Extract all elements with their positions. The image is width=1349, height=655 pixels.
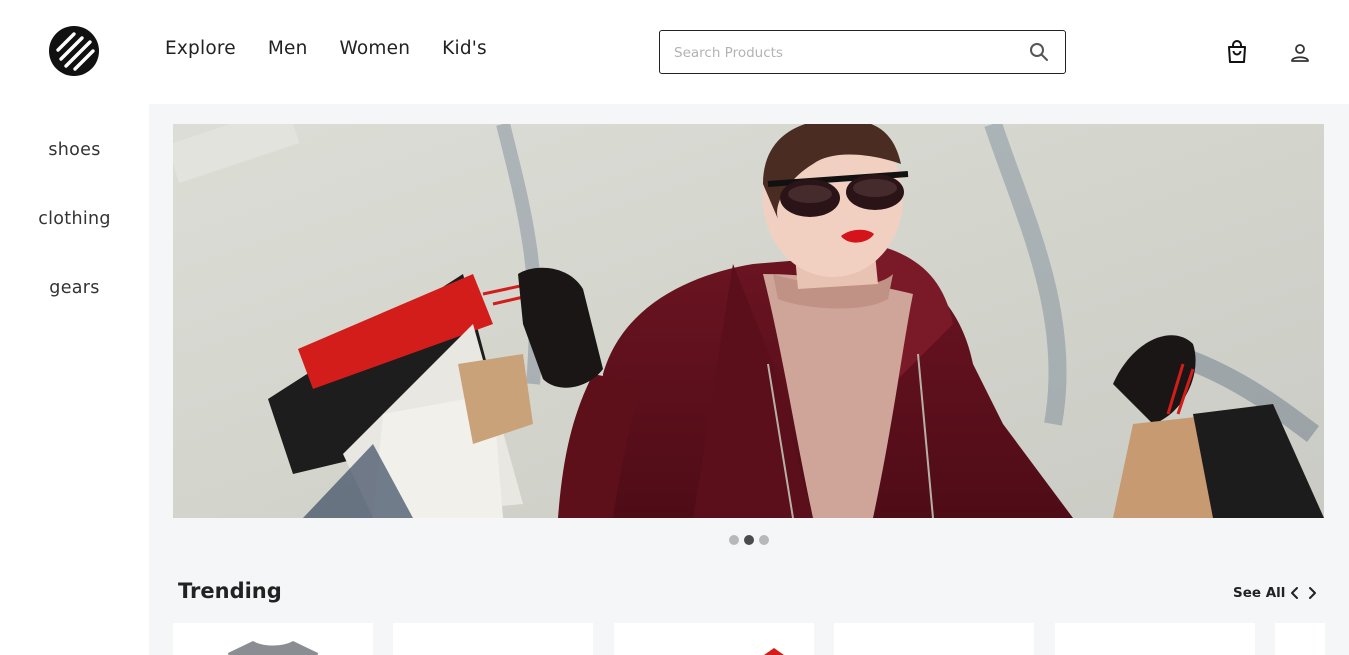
tshirt-product-image — [228, 641, 318, 655]
carousel-indicators — [729, 535, 769, 545]
nav-explore[interactable]: Explore — [165, 38, 236, 59]
main-nav: Explore Men Women Kid's — [165, 38, 487, 59]
product-card[interactable] — [1055, 623, 1255, 655]
brand-logo[interactable] — [48, 25, 100, 77]
sidebar-item-clothing[interactable]: clothing — [0, 209, 149, 229]
product-card[interactable] — [393, 623, 593, 655]
see-all-link[interactable]: See All — [1233, 585, 1285, 601]
category-sidebar: shoes clothing gears — [0, 104, 149, 655]
trending-section-title: Trending — [178, 579, 282, 603]
search-box — [659, 30, 1066, 75]
sidebar-item-gears[interactable]: gears — [0, 278, 149, 298]
carousel-dot-2-active[interactable] — [744, 535, 754, 545]
user-icon[interactable] — [1289, 42, 1311, 64]
carousel-dot-1[interactable] — [729, 535, 739, 545]
search-input[interactable] — [672, 31, 1016, 75]
sidebar-item-shoes[interactable]: shoes — [0, 140, 149, 160]
chevron-left-icon[interactable] — [1289, 585, 1301, 601]
main-content: Trending See All — [149, 104, 1349, 655]
nav-kids[interactable]: Kid's — [442, 38, 487, 59]
search-icon[interactable] — [1029, 42, 1049, 62]
product-card[interactable] — [834, 623, 1034, 655]
carousel-dot-3[interactable] — [759, 535, 769, 545]
chevron-right-icon[interactable] — [1306, 585, 1318, 601]
hero-banner-image[interactable] — [173, 124, 1324, 518]
shopping-bag-icon[interactable] — [1226, 40, 1248, 64]
product-card[interactable] — [614, 623, 814, 655]
product-card[interactable] — [1275, 623, 1325, 655]
top-header: Explore Men Women Kid's — [0, 0, 1349, 104]
product-image — [764, 648, 784, 655]
product-card[interactable] — [173, 623, 373, 655]
nav-women[interactable]: Women — [340, 38, 411, 59]
nav-men[interactable]: Men — [268, 38, 308, 59]
